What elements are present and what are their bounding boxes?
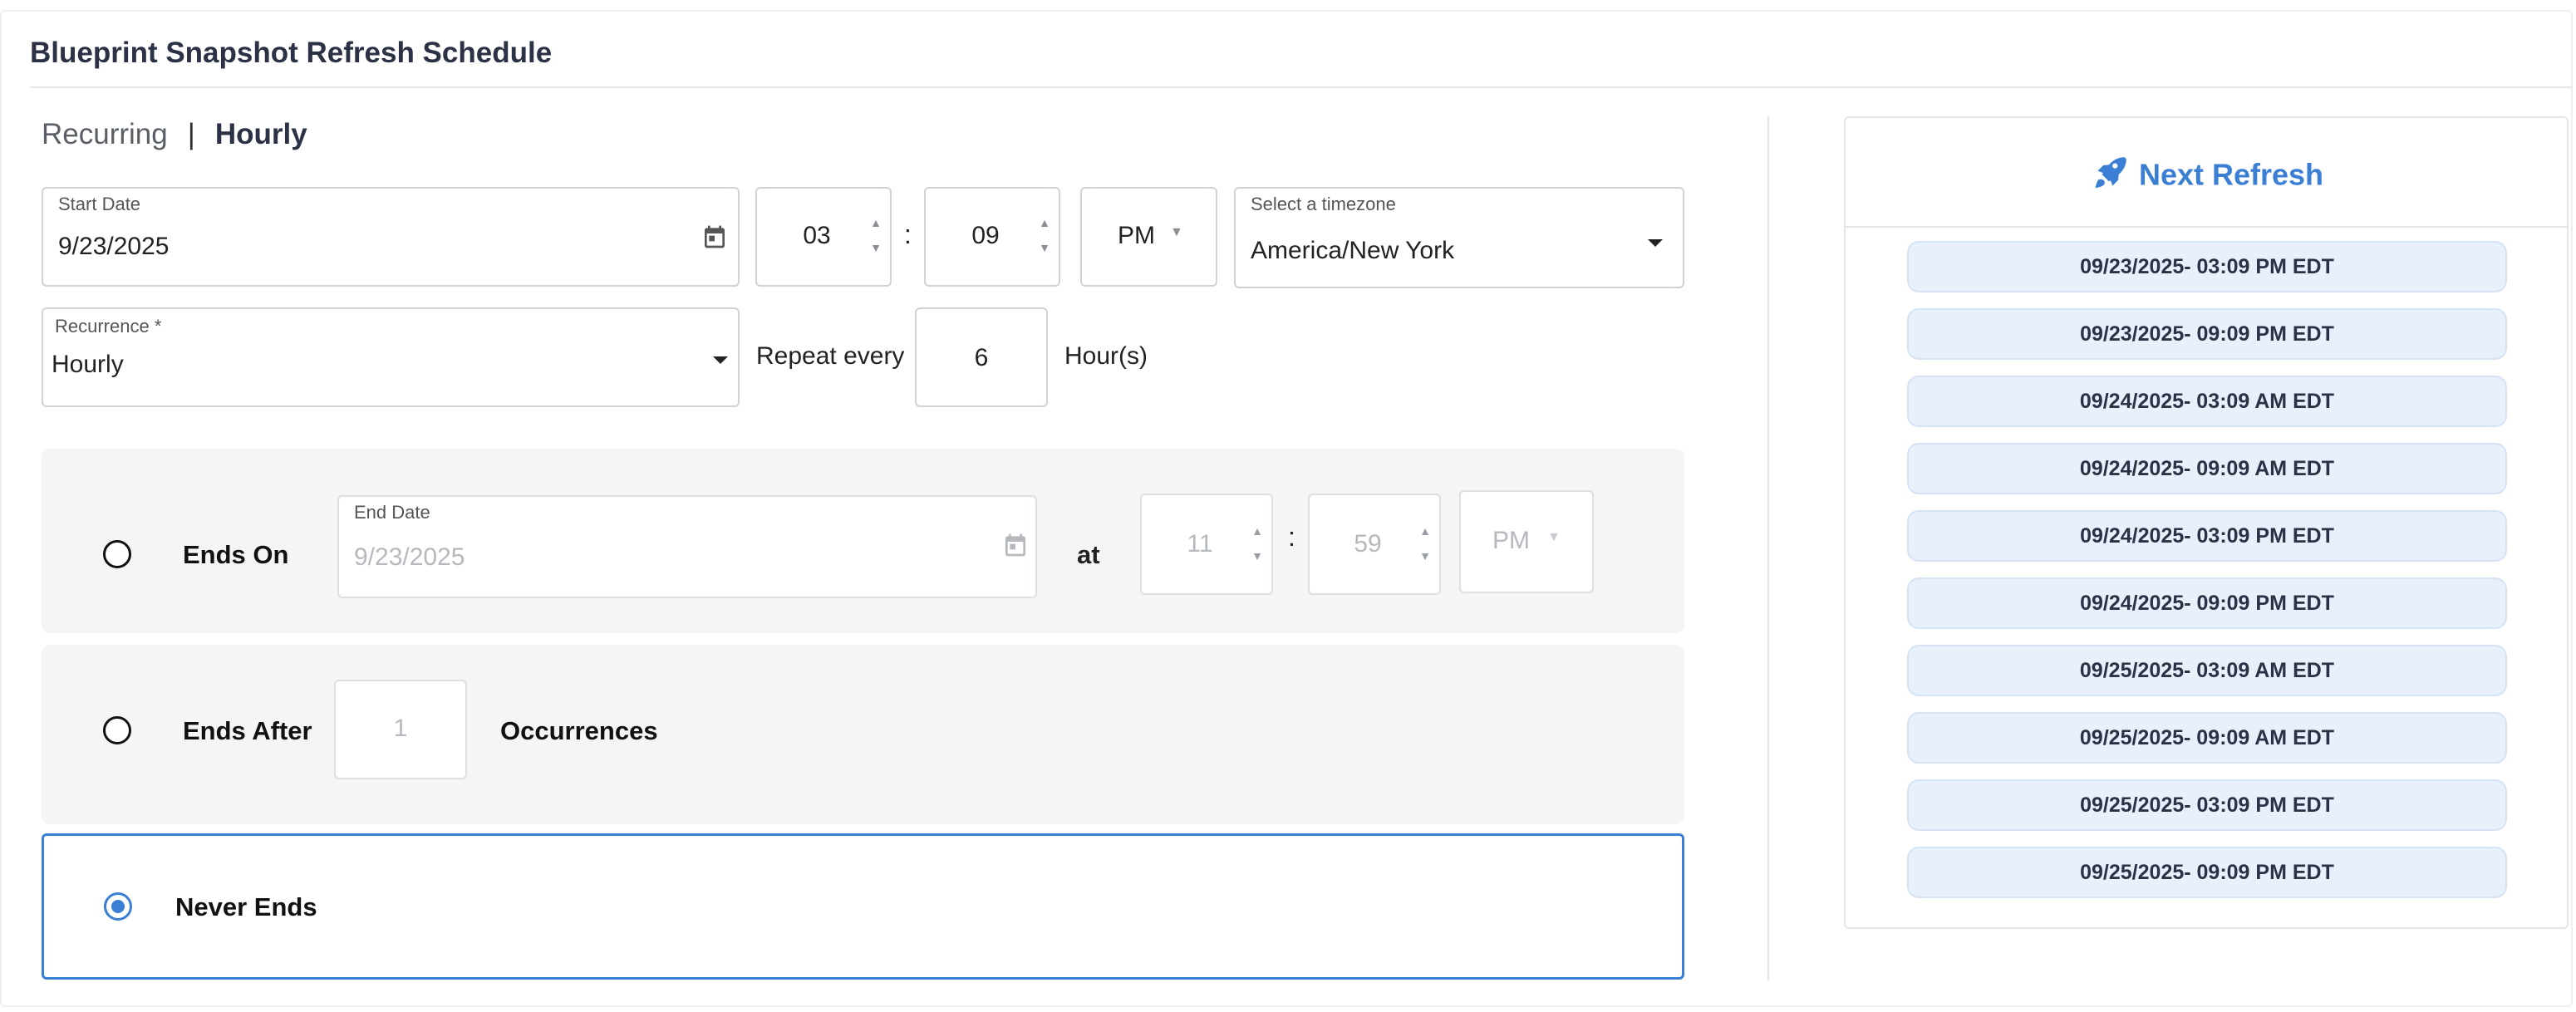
refresh-time-item: 09/25/2025- 09:09 PM EDT xyxy=(1907,847,2507,898)
next-refresh-header: Next Refresh xyxy=(1846,118,2567,228)
refresh-time-item: 09/24/2025- 03:09 PM EDT xyxy=(1907,510,2507,562)
end-hour-stepper[interactable]: 11 ▲ ▼ xyxy=(1140,494,1273,595)
refresh-time-item: 09/24/2025- 09:09 PM EDT xyxy=(1907,577,2507,629)
next-refresh-card: Next Refresh 09/23/2025- 03:09 PM EDT 09… xyxy=(1844,116,2569,929)
calendar-icon[interactable] xyxy=(1002,530,1029,560)
end-ampm-select[interactable]: PM ▼ xyxy=(1459,490,1594,593)
start-minute-stepper[interactable]: 09 ▲ ▼ xyxy=(924,187,1060,287)
ends-after-radio[interactable] xyxy=(103,716,131,744)
end-date-label: End Date xyxy=(354,502,430,523)
tab-separator: | xyxy=(187,118,195,150)
start-hour-value: 03 xyxy=(803,222,831,249)
start-hour-stepper[interactable]: 03 ▲ ▼ xyxy=(755,187,892,287)
start-date-value: 9/23/2025 xyxy=(58,233,170,260)
dropdown-caret-icon: ▼ xyxy=(1547,530,1561,544)
refresh-time-item: 09/23/2025- 09:09 PM EDT xyxy=(1907,308,2507,360)
title-divider xyxy=(30,86,2573,88)
time-colon: : xyxy=(904,219,912,249)
dropdown-caret-icon: ▼ xyxy=(1170,225,1183,239)
calendar-icon[interactable] xyxy=(701,222,728,252)
refresh-time-item: 09/25/2025- 03:09 AM EDT xyxy=(1907,645,2507,696)
column-divider xyxy=(1767,116,1769,980)
recurrence-label: Recurrence * xyxy=(55,316,162,337)
rocket-icon xyxy=(2095,157,2126,189)
chevron-down-icon xyxy=(1648,239,1663,247)
end-ampm-value: PM xyxy=(1492,527,1530,554)
refresh-time-item: 09/25/2025- 09:09 AM EDT xyxy=(1907,712,2507,764)
page-title: Blueprint Snapshot Refresh Schedule xyxy=(30,37,553,69)
refresh-time-item: 09/25/2025- 03:09 PM EDT xyxy=(1907,779,2507,831)
repeat-interval-input[interactable]: 6 xyxy=(915,307,1048,407)
repeat-unit-label: Hour(s) xyxy=(1064,342,1148,370)
timezone-value: America/New York xyxy=(1251,237,1455,264)
refresh-time-item: 09/24/2025- 03:09 AM EDT xyxy=(1907,376,2507,427)
repeat-every-label: Repeat every xyxy=(756,342,905,370)
repeat-interval-value: 6 xyxy=(974,344,989,371)
occurrences-input[interactable]: 1 xyxy=(334,680,467,779)
stepper-arrows-icon[interactable]: ▲ ▼ xyxy=(1251,518,1263,568)
start-minute-value: 09 xyxy=(971,222,1000,249)
ends-on-radio[interactable] xyxy=(103,540,131,568)
end-minute-value: 59 xyxy=(1354,530,1382,558)
never-ends-label: Never Ends xyxy=(175,892,317,921)
ends-after-option[interactable]: Ends After 1 Occurrences xyxy=(42,645,1684,824)
refresh-time-item: 09/23/2025- 03:09 PM EDT xyxy=(1907,241,2507,292)
occurrences-value: 1 xyxy=(393,715,408,742)
never-ends-option[interactable]: Never Ends xyxy=(42,833,1684,980)
timezone-select[interactable]: Select a timezone America/New York xyxy=(1234,187,1684,288)
time-colon: : xyxy=(1288,522,1295,552)
tab-recurring[interactable]: Recurring xyxy=(42,118,168,150)
timezone-label: Select a timezone xyxy=(1251,194,1396,214)
never-ends-radio[interactable] xyxy=(104,892,132,921)
next-refresh-title: Next Refresh xyxy=(2138,157,2324,192)
recurrence-value: Hourly xyxy=(52,351,124,378)
start-date-field[interactable]: Start Date 9/23/2025 xyxy=(42,187,740,287)
ends-after-label: Ends After xyxy=(183,716,312,745)
chevron-down-icon xyxy=(713,356,728,364)
end-date-field[interactable]: End Date 9/23/2025 xyxy=(337,495,1037,598)
schedule-tabs: Recurring | Hourly xyxy=(42,118,307,151)
end-minute-stepper[interactable]: 59 ▲ ▼ xyxy=(1308,494,1441,595)
ends-on-label: Ends On xyxy=(183,540,289,569)
recurrence-select[interactable]: Recurrence * Hourly xyxy=(42,307,740,407)
end-hour-value: 11 xyxy=(1187,530,1213,558)
stepper-arrows-icon[interactable]: ▲ ▼ xyxy=(1419,518,1431,568)
start-ampm-select[interactable]: PM ▼ xyxy=(1080,187,1217,287)
start-ampm-value: PM xyxy=(1118,222,1155,249)
stepper-arrows-icon[interactable]: ▲ ▼ xyxy=(1039,210,1050,260)
tab-hourly[interactable]: Hourly xyxy=(215,118,307,150)
start-date-label: Start Date xyxy=(58,194,141,214)
refresh-time-item: 09/24/2025- 09:09 AM EDT xyxy=(1907,443,2507,494)
ends-on-option[interactable]: Ends On End Date 9/23/2025 at 11 ▲ ▼ : 59… xyxy=(42,449,1684,633)
at-label: at xyxy=(1077,540,1100,569)
stepper-arrows-icon[interactable]: ▲ ▼ xyxy=(870,210,882,260)
occurrences-label: Occurrences xyxy=(500,716,658,745)
end-date-value: 9/23/2025 xyxy=(354,543,465,571)
